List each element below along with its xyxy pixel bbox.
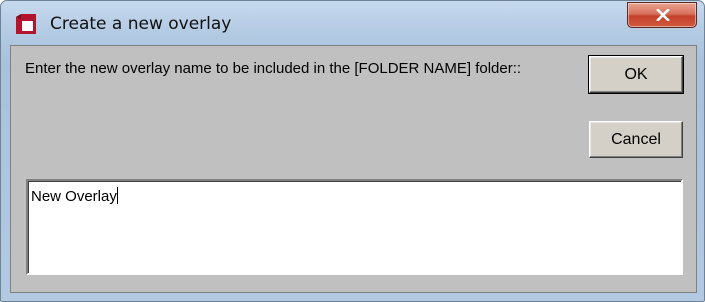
overlay-app-icon	[15, 13, 37, 35]
ok-button[interactable]: OK	[588, 55, 684, 94]
prompt-label: Enter the new overlay name to be include…	[25, 60, 522, 77]
cancel-button[interactable]: Cancel	[589, 121, 683, 158]
title-bar[interactable]: Create a new overlay	[1, 1, 704, 45]
overlay-name-value: New Overlay	[31, 188, 117, 205]
text-caret	[116, 187, 118, 204]
overlay-name-input[interactable]: New Overlay	[26, 179, 683, 275]
close-button[interactable]	[627, 2, 697, 28]
dialog-title: Create a new overlay	[50, 14, 232, 34]
close-icon	[656, 9, 670, 21]
